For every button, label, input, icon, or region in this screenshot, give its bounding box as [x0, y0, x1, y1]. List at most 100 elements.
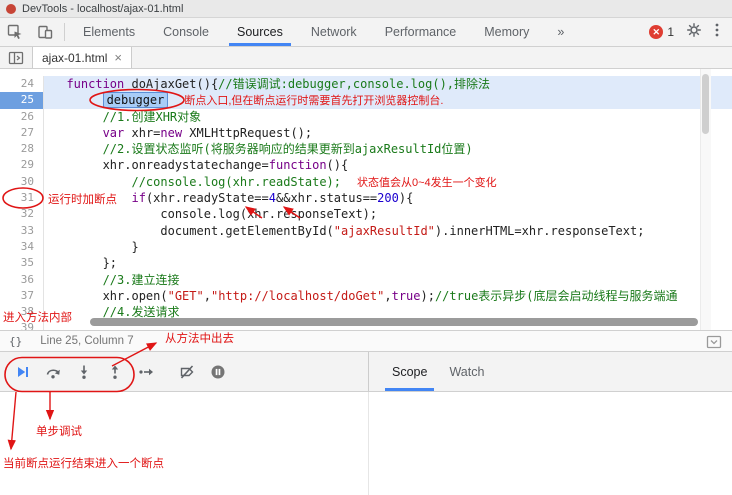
code-text[interactable]: }: [44, 239, 732, 255]
code-text[interactable]: debugger 断点入口,但在断点运行时需要首先打开浏览器控制台.: [44, 92, 732, 109]
annotation-arrow-resume: [7, 391, 17, 451]
debugger-sidebar-tabs: Scope Watch: [368, 352, 732, 392]
resume-icon: [17, 366, 28, 377]
code-text[interactable]: console.log(xhr.responseText);: [44, 206, 732, 222]
tab-console[interactable]: Console: [149, 18, 223, 46]
annotation-exit-method: 从方法中出去: [165, 333, 234, 345]
pause-on-exceptions-button[interactable]: [202, 357, 233, 387]
tab-performance[interactable]: Performance: [371, 18, 471, 46]
code-text[interactable]: xhr.onreadystatechange=function(){: [44, 157, 732, 173]
settings-button[interactable]: [686, 22, 702, 43]
gutter-line-number[interactable]: 33: [0, 222, 44, 239]
code-line-30: 30 //console.log(xhr.readState); 状态值会从0~4…: [0, 173, 732, 191]
code-segment: xhr=: [124, 125, 161, 140]
code-text[interactable]: if(xhr.readyState==4&&xhr.status==200){: [44, 190, 732, 206]
code-line-36: 36 //3.建立连接: [0, 271, 732, 288]
code-segment: "http://localhost/doGet": [210, 288, 385, 303]
tab-more-panels[interactable]: »: [543, 18, 578, 46]
horizontal-scrollbar[interactable]: [90, 318, 698, 326]
file-tab-active[interactable]: ajax-01.html ×: [32, 47, 132, 68]
gutter-line-number[interactable]: 37: [0, 287, 44, 305]
devtools-favicon-icon: [6, 3, 16, 14]
code-line-26: 26 //1.创建XHR对象: [0, 108, 732, 125]
code-text[interactable]: var xhr=new XMLHttpRequest();: [44, 125, 732, 141]
deactivate-breakpoints-icon: [180, 364, 193, 379]
code-segment: function: [66, 77, 125, 91]
code-segment: xhr.onreadystatechange=: [102, 158, 269, 173]
code-text[interactable]: xhr.open("GET","http://localhost/doGet",…: [44, 288, 732, 304]
navigator-toggle-button[interactable]: [0, 47, 32, 68]
code-segment: };: [102, 256, 118, 271]
scrollbar-thumb[interactable]: [702, 74, 709, 134]
title-bar: DevTools - localhost/ajax-01.html: [0, 0, 732, 18]
gutter-line-number[interactable]: 32: [0, 206, 44, 223]
gutter-line-number[interactable]: 36: [0, 271, 44, 288]
annotation-runtime-breakpoint: 运行时加断点: [48, 194, 117, 206]
tab-network[interactable]: Network: [297, 18, 371, 46]
error-icon: ✕: [649, 25, 664, 39]
gutter-line-number[interactable]: 27: [0, 124, 44, 142]
gutter-line-number[interactable]: 29: [0, 157, 44, 174]
tab-sources[interactable]: Sources: [223, 18, 297, 46]
code-line-24: 24 function doAjaxGet(){//错误调试:debugger,…: [0, 76, 732, 93]
code-segment: //2.设置状态监听(将服务器响应的结果更新到ajaxResultId位置): [102, 142, 473, 157]
gutter-line-number[interactable]: 30: [0, 173, 44, 191]
code-text[interactable]: //1.创建XHR对象: [44, 109, 732, 125]
code-text[interactable]: //3.建立连接: [44, 272, 732, 288]
inspect-element-button[interactable]: [0, 18, 30, 46]
pretty-print-button[interactable]: {}: [9, 335, 22, 348]
code-segment: //1.创建XHR对象: [102, 109, 202, 124]
code-line-25: 25 debugger 断点入口,但在断点运行时需要首先打开浏览器控制台.: [0, 92, 732, 109]
step-icon: [138, 368, 153, 375]
main-toolbar: Elements Console Sources Network Perform…: [0, 18, 732, 47]
step-out-button[interactable]: [99, 357, 130, 387]
debugger-toolbar: [0, 352, 368, 392]
tab-scope[interactable]: Scope: [381, 352, 438, 391]
code-text[interactable]: document.getElementById("ajaxResultId").…: [44, 223, 732, 239]
tab-watch[interactable]: Watch: [438, 352, 495, 391]
code-line-27: 27 var xhr=new XMLHttpRequest();: [0, 124, 732, 142]
step-button[interactable]: [130, 357, 161, 387]
code-line-32: 32 console.log(xhr.responseText);: [0, 206, 732, 223]
code-text[interactable]: //console.log(xhr.readState); 状态值会从0~4发生一…: [44, 174, 732, 190]
step-into-button[interactable]: [68, 357, 99, 387]
close-icon[interactable]: ×: [114, 51, 122, 64]
drawer-icon: [706, 335, 722, 349]
tab-memory[interactable]: Memory: [470, 18, 543, 46]
step-out-icon: [111, 365, 118, 379]
menu-button[interactable]: [714, 22, 720, 43]
code-text[interactable]: function doAjaxGet(){//错误调试:debugger,con…: [44, 76, 732, 93]
file-tab-bar: ajax-01.html ×: [0, 47, 732, 69]
gutter-line-number[interactable]: 31: [0, 190, 44, 207]
error-count: 1: [667, 25, 674, 39]
resume-button[interactable]: [6, 357, 37, 387]
code-segment: ,: [384, 288, 392, 303]
navigator-toggle-icon: [8, 51, 24, 64]
gutter-line-number[interactable]: 26: [0, 108, 44, 125]
gutter-line-number[interactable]: 28: [0, 141, 44, 158]
status-bar: {} Line 25, Column 7: [0, 330, 732, 352]
inline-annotation: 断点入口,但在断点运行时需要首先打开浏览器控制台.: [184, 95, 444, 108]
step-over-button[interactable]: [37, 357, 68, 387]
code-segment: (){: [326, 158, 349, 173]
deactivate-breakpoints-button[interactable]: [171, 357, 202, 387]
gutter-line-number[interactable]: 34: [0, 238, 44, 256]
code-text[interactable]: };: [44, 255, 732, 271]
gutter-line-number[interactable]: 25: [0, 92, 44, 109]
device-toolbar-button[interactable]: [30, 18, 60, 46]
code-segment: console.log(xhr.responseText);: [160, 207, 378, 222]
code-line-34: 34 }: [0, 238, 732, 256]
tab-elements[interactable]: Elements: [69, 18, 149, 46]
code-segment: }: [131, 239, 139, 254]
gutter-line-number[interactable]: 24: [0, 76, 44, 93]
error-badge[interactable]: ✕ 1: [649, 25, 674, 39]
toolbar-right: ✕ 1: [649, 18, 732, 46]
gear-icon: [687, 22, 701, 37]
clipped-line: [0, 69, 732, 76]
gutter-line-number[interactable]: 35: [0, 255, 44, 272]
devtools-window: DevTools - localhost/ajax-01.html Elemen…: [0, 0, 732, 495]
code-segment: var: [102, 125, 125, 140]
vertical-scrollbar[interactable]: [700, 69, 711, 330]
code-segment: doAjaxGet(){: [124, 77, 219, 91]
code-text[interactable]: //2.设置状态监听(将服务器响应的结果更新到ajaxResultId位置): [44, 141, 732, 157]
